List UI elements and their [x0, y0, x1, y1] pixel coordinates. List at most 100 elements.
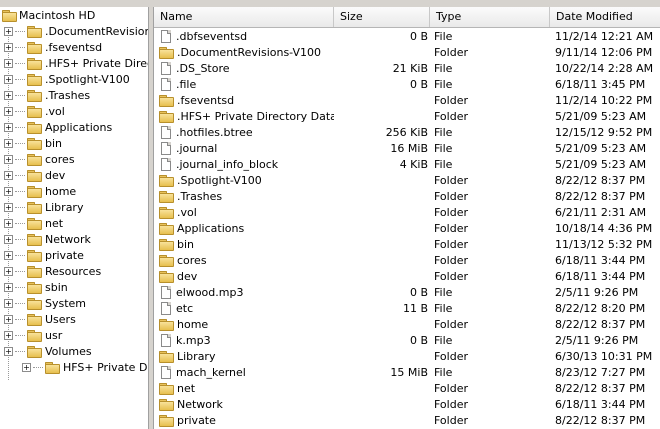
expand-toggle-icon[interactable]: + — [4, 186, 13, 196]
file-type: Folder — [434, 109, 468, 123]
folder-icon — [27, 121, 42, 134]
tree-item[interactable]: + System — [0, 295, 148, 311]
file-row[interactable]: .dbfseventsd 0 B File 11/2/14 12:21 AM — [154, 28, 660, 44]
file-row[interactable]: .HFS+ Private Directory Data Folder 5/21/0… — [154, 108, 660, 124]
column-header-name[interactable]: Name — [154, 7, 334, 27]
file-row[interactable]: elwood.mp3 0 B File 2/5/11 9:26 PM — [154, 284, 660, 300]
file-name: .journal_info_block — [176, 157, 279, 171]
file-row[interactable]: dev Folder 6/18/11 3:44 PM — [154, 268, 660, 284]
file-row[interactable]: .Trashes Folder 8/22/12 8:37 PM — [154, 188, 660, 204]
expand-toggle-icon[interactable]: + — [4, 90, 13, 100]
file-row[interactable]: bin Folder 11/13/12 5:32 PM — [154, 236, 660, 252]
file-row[interactable]: .file 0 B File 6/18/11 3:45 PM — [154, 76, 660, 92]
file-type: Folder — [434, 221, 468, 235]
tree-item[interactable]: + usr — [0, 327, 148, 343]
file-type: Folder — [434, 173, 468, 187]
file-size: 0 B — [409, 77, 428, 91]
file-row[interactable]: net Folder 8/22/12 8:37 PM — [154, 380, 660, 396]
expand-toggle-icon[interactable]: + — [4, 42, 13, 52]
file-row[interactable]: Library Folder 6/30/13 10:31 PM — [154, 348, 660, 364]
expand-toggle-icon[interactable]: + — [4, 346, 13, 356]
file-size: 11 B — [402, 301, 428, 315]
file-icon — [161, 285, 171, 299]
expand-toggle-icon[interactable]: + — [4, 250, 13, 260]
file-name: dev — [177, 269, 198, 283]
file-row[interactable]: Applications Folder 10/18/14 4:36 PM — [154, 220, 660, 236]
tree-root-item[interactable]: Macintosh HD — [0, 7, 148, 23]
expand-toggle-icon[interactable]: + — [4, 282, 13, 292]
tree-item[interactable]: + .Spotlight-V100 — [0, 71, 148, 87]
file-row[interactable]: Network Folder 6/18/11 3:44 PM — [154, 396, 660, 412]
column-header-size[interactable]: Size — [334, 7, 430, 27]
file-name: .fseventsd — [177, 93, 235, 107]
tree-item[interactable]: + HFS+ Private Dat — [0, 359, 148, 375]
file-row[interactable]: .Spotlight-V100 Folder 8/22/12 8:37 PM — [154, 172, 660, 188]
tree-item[interactable]: + Resources — [0, 263, 148, 279]
tree-item[interactable]: + net — [0, 215, 148, 231]
file-row[interactable]: cores Folder 6/18/11 3:44 PM — [154, 252, 660, 268]
file-row[interactable]: .journal_info_block 4 KiB File 5/21/09 5:23… — [154, 156, 660, 172]
file-row[interactable]: .DocumentRevisions-V100 Folder 9/11/14 12:… — [154, 44, 660, 60]
tree-item[interactable]: + .fseventsd — [0, 39, 148, 55]
file-row[interactable]: private Folder 8/22/12 8:37 PM — [154, 412, 660, 428]
column-header-type[interactable]: Type — [430, 7, 550, 27]
file-type: Folder — [434, 269, 468, 283]
file-row[interactable]: etc 11 B File 8/22/12 8:20 PM — [154, 300, 660, 316]
file-row[interactable]: .DS_Store 21 KiB File 10/22/14 2:28 AM — [154, 60, 660, 76]
tree-item[interactable]: + Volumes — [0, 343, 148, 359]
expand-toggle-icon[interactable]: + — [4, 234, 13, 244]
tree-item[interactable]: + bin — [0, 135, 148, 151]
expand-toggle-icon[interactable]: + — [4, 314, 13, 324]
tree-item[interactable]: + .vol — [0, 103, 148, 119]
file-row[interactable]: mach_kernel 15 MiB File 8/23/12 7:27 PM — [154, 364, 660, 380]
tree-connector — [15, 158, 25, 160]
file-name-cell: cores — [154, 254, 334, 267]
expand-toggle-icon[interactable]: + — [22, 362, 31, 372]
tree-item[interactable]: + Applications — [0, 119, 148, 135]
tree-connector — [33, 366, 43, 368]
date-modified: 8/22/12 8:37 PM — [555, 173, 646, 187]
file-row[interactable]: .hotfiles.btree 256 KiB File 12/15/12 9:52 … — [154, 124, 660, 140]
expand-toggle-icon[interactable]: + — [4, 26, 13, 36]
tree-connector — [15, 318, 25, 320]
file-row[interactable]: k.mp3 0 B File 2/5/11 9:26 PM — [154, 332, 660, 348]
file-list-pane[interactable]: Name Size Type Date Modified .dbfsevents… — [153, 7, 660, 429]
tree-item-label: usr — [45, 328, 63, 342]
folder-icon — [159, 190, 174, 203]
column-header-date-modified[interactable]: Date Modified — [550, 7, 660, 27]
expand-toggle-icon[interactable]: + — [4, 202, 13, 212]
file-name-cell: .Trashes — [154, 190, 334, 203]
expand-toggle-icon[interactable]: + — [4, 58, 13, 68]
tree-item[interactable]: + Users — [0, 311, 148, 327]
file-type: Folder — [434, 45, 468, 59]
expand-toggle-icon[interactable]: + — [4, 266, 13, 276]
tree-item[interactable]: + dev — [0, 167, 148, 183]
tree-item[interactable]: + cores — [0, 151, 148, 167]
expand-toggle-icon[interactable]: + — [4, 330, 13, 340]
expand-toggle-icon[interactable]: + — [4, 298, 13, 308]
tree-item[interactable]: + home — [0, 183, 148, 199]
file-row[interactable]: .journal 16 MiB File 5/21/09 5:23 AM — [154, 140, 660, 156]
expand-toggle-icon[interactable]: + — [4, 106, 13, 116]
tree-item-label: Volumes — [45, 344, 92, 358]
file-row[interactable]: .vol Folder 6/21/11 2:31 AM — [154, 204, 660, 220]
expand-toggle-icon[interactable]: + — [4, 138, 13, 148]
expand-toggle-icon[interactable]: + — [4, 170, 13, 180]
file-row[interactable]: home Folder 8/22/12 8:37 PM — [154, 316, 660, 332]
tree-item[interactable]: + .Trashes — [0, 87, 148, 103]
tree-item[interactable]: + Network — [0, 231, 148, 247]
tree-item[interactable]: + .DocumentRevisions-V — [0, 23, 148, 39]
tree-item[interactable]: + private — [0, 247, 148, 263]
tree-item[interactable]: + Library — [0, 199, 148, 215]
tree-connector — [15, 62, 25, 64]
expand-toggle-icon[interactable]: + — [4, 74, 13, 84]
tree-item[interactable]: + sbin — [0, 279, 148, 295]
expand-toggle-icon[interactable]: + — [4, 122, 13, 132]
folder-icon — [27, 249, 42, 262]
expand-toggle-icon[interactable]: + — [4, 218, 13, 228]
tree-connector — [15, 174, 25, 176]
expand-toggle-icon[interactable]: + — [4, 154, 13, 164]
folder-tree-pane[interactable]: Macintosh HD + .DocumentRevisions-V + .fsev… — [0, 7, 149, 429]
tree-item[interactable]: + .HFS+ Private Director — [0, 55, 148, 71]
file-row[interactable]: .fseventsd Folder 11/2/14 10:22 PM — [154, 92, 660, 108]
